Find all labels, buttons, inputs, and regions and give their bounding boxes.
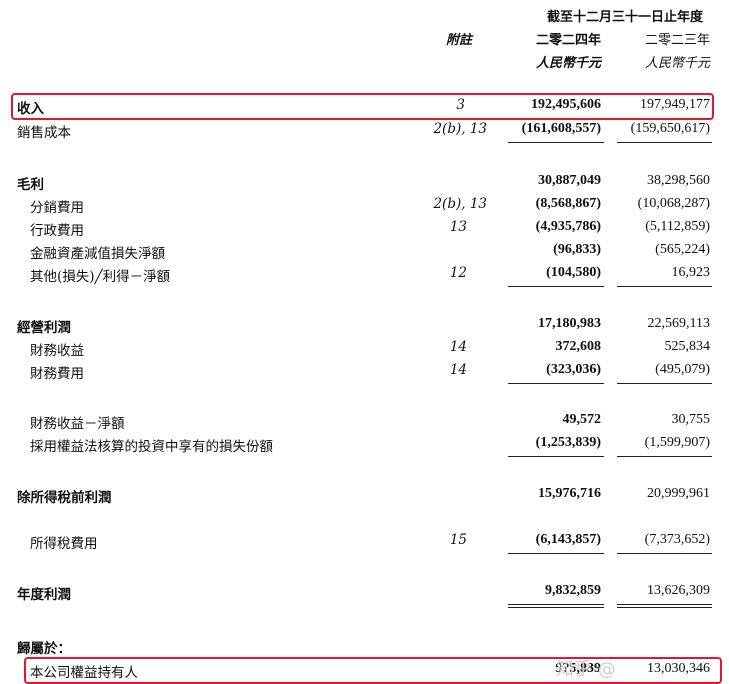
row-prior: 16,923 xyxy=(671,265,711,280)
row-label: 毛利 xyxy=(17,177,44,193)
subtotal-rule xyxy=(508,286,604,287)
row-label: 採用權益法核算的投資中享有的損失份額 xyxy=(30,439,273,455)
row-prior: (7,373,652) xyxy=(644,532,710,547)
row-note: 14 xyxy=(449,362,467,378)
total-double-rule xyxy=(508,604,604,605)
row-label: 經營利潤 xyxy=(17,320,71,336)
year-current-header: 二零二四年 xyxy=(535,33,601,48)
total-double-rule xyxy=(617,604,712,605)
note-column-header: 附註 xyxy=(446,33,473,48)
row-label: 金融資產減值損失淨額 xyxy=(30,246,165,262)
row-current: 372,608 xyxy=(555,339,602,354)
row-label: 財務費用 xyxy=(30,366,84,382)
row-label: 分銷費用 xyxy=(30,200,84,216)
row-current: (8,568,867) xyxy=(535,196,601,211)
row-current: 15,976,716 xyxy=(538,486,601,501)
subtotal-rule xyxy=(508,383,604,384)
row-label: 所得稅費用 xyxy=(30,536,98,552)
row-current: (104,580) xyxy=(546,265,601,280)
row-prior: (159,650,617) xyxy=(630,121,710,136)
subtotal-rule xyxy=(617,553,712,554)
row-current: 30,887,049 xyxy=(538,173,601,188)
row-prior: (5,112,859) xyxy=(645,219,710,234)
row-prior: 525,834 xyxy=(664,339,711,354)
subtotal-rule xyxy=(617,456,712,457)
row-prior: (495,079) xyxy=(655,362,710,377)
row-prior: 22,569,113 xyxy=(647,316,710,331)
row-label: 財務收益－淨額 xyxy=(30,416,125,432)
unit-current-header: 人民幣千元 xyxy=(535,56,601,71)
row-label: 行政費用 xyxy=(30,223,84,239)
row-note: 12 xyxy=(449,265,467,281)
subtotal-rule xyxy=(617,383,712,384)
row-label: 年度利潤 xyxy=(17,587,71,603)
row-label: 除所得稅前利潤 xyxy=(17,490,112,506)
row-label: 收入 xyxy=(17,101,44,117)
row-prior: (10,068,287) xyxy=(637,196,710,211)
row-label: 銷售成本 xyxy=(17,125,71,141)
row-note: 2(b), 13 xyxy=(433,121,487,137)
row-prior: 197,949,177 xyxy=(640,97,710,112)
row-label: 本公司權益持有人 xyxy=(30,665,138,681)
row-prior: 13,626,309 xyxy=(647,583,710,598)
year-prior-header: 二零二三年 xyxy=(644,33,710,48)
subtotal-rule xyxy=(617,142,712,143)
row-current: (161,608,557) xyxy=(521,121,601,136)
subtotal-rule xyxy=(617,286,712,287)
row-label: 歸屬於： xyxy=(17,641,71,657)
row-prior: (565,224) xyxy=(655,242,710,257)
subtotal-rule xyxy=(508,142,604,143)
watermark: 知乎 @ xyxy=(556,659,616,680)
subtotal-rule xyxy=(508,456,604,457)
row-current: 192,495,606 xyxy=(531,97,601,112)
row-current: (4,935,786) xyxy=(535,219,601,234)
row-note: 14 xyxy=(449,339,467,355)
subtotal-rule xyxy=(508,553,604,554)
row-note: 2(b), 13 xyxy=(433,196,487,212)
row-note: 3 xyxy=(456,97,465,113)
row-current: (1,253,839) xyxy=(535,435,601,450)
row-current: 17,180,983 xyxy=(538,316,601,331)
row-note: 15 xyxy=(449,532,467,548)
row-label: 財務收益 xyxy=(30,343,84,359)
row-note: 13 xyxy=(449,219,467,235)
unit-prior-header: 人民幣千元 xyxy=(644,56,710,71)
total-double-rule xyxy=(617,607,712,608)
total-double-rule xyxy=(508,607,604,608)
row-prior: 30,755 xyxy=(671,412,711,427)
row-label: 其他(損失)╱利得－淨額 xyxy=(30,269,171,285)
row-prior: 38,298,560 xyxy=(647,173,710,188)
row-prior: (1,599,907) xyxy=(644,435,710,450)
row-prior: 20,999,961 xyxy=(647,486,710,501)
row-current: 49,572 xyxy=(562,412,602,427)
row-prior: 13,030,346 xyxy=(647,661,710,676)
row-current: (96,833) xyxy=(553,242,601,257)
period-header: 截至十二月三十一日止年度 xyxy=(546,10,703,25)
row-current: (6,143,857) xyxy=(535,532,601,547)
row-current: 9,832,859 xyxy=(545,583,601,598)
row-current: (323,036) xyxy=(546,362,601,377)
